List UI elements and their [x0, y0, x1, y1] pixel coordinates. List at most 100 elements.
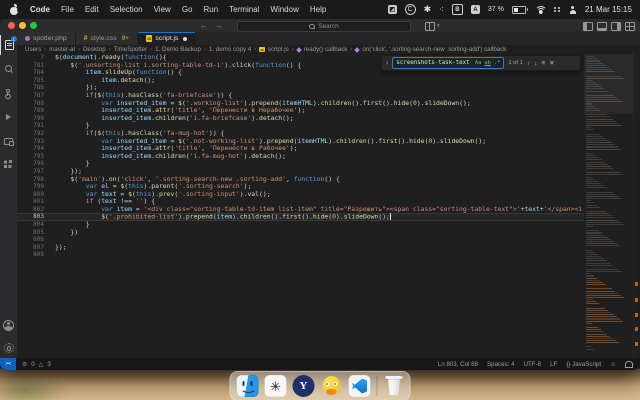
wifi-icon[interactable] — [534, 5, 547, 15]
sidebar-item-source-control[interactable] — [0, 83, 17, 103]
breadcrumb-item[interactable]: TimeSpotter — [114, 46, 147, 53]
dock-app-duck[interactable] — [321, 375, 343, 397]
code-line-805[interactable]: 805}) — [17, 229, 584, 237]
close-window-button[interactable] — [8, 22, 15, 29]
code-line-804[interactable]: 804} — [17, 221, 584, 229]
code-pane[interactable]: 7 $(document).ready(function(){781 $('.uns… — [17, 54, 584, 259]
menu-item-terminal[interactable]: Terminal — [229, 5, 259, 14]
code-line-797[interactable]: 797}); — [17, 168, 584, 176]
dock-app-trash[interactable] — [384, 375, 404, 397]
menu-item-window[interactable]: Window — [270, 5, 298, 14]
language-mode[interactable]: {} JavaScript — [566, 361, 601, 368]
match-case-icon[interactable]: Aa — [475, 60, 482, 66]
dock-app-yandex-browser[interactable]: Y — [292, 375, 315, 397]
tab-script-js[interactable]: JS script.js — [137, 32, 197, 45]
forward-icon[interactable]: → — [215, 21, 223, 30]
breadcrumb-file[interactable]: script.js — [268, 46, 289, 53]
code-line-801[interactable]: 801 if (text !== '') { — [17, 198, 584, 206]
asterisk-icon[interactable]: ✱ — [424, 5, 432, 14]
close-icon[interactable]: ✕ — [549, 59, 554, 67]
toggle-sidebar-icon[interactable] — [583, 22, 593, 31]
toggle-panel-icon[interactable] — [597, 22, 607, 31]
indentation-status[interactable]: Spaces: 4 — [487, 361, 515, 368]
apple-menu-icon[interactable] — [10, 3, 21, 15]
breadcrumb-item[interactable]: Users — [25, 46, 41, 53]
window-title-bar[interactable]: ← → Search ▾ — [0, 19, 640, 33]
find-next-icon[interactable]: ↓ — [534, 60, 537, 67]
back-icon[interactable]: ← — [200, 21, 208, 30]
menu-item-selection[interactable]: Selection — [110, 5, 143, 14]
code-line-794[interactable]: 794 inserted_item.attr('title', 'Перенест… — [17, 145, 584, 153]
code-line-798[interactable]: 798 $('main').on('click', '.sorting-searc… — [17, 176, 584, 184]
find-toggle-replace-icon[interactable]: › — [386, 60, 388, 67]
find-previous-icon[interactable]: ↑ — [527, 60, 530, 67]
code-line-796[interactable]: 796} — [17, 160, 584, 168]
code-line-788[interactable]: 788 var inserted_item = $('.working-list'… — [17, 100, 584, 108]
layout-control[interactable]: ▾ — [425, 21, 440, 31]
zoom-window-button[interactable] — [30, 22, 37, 29]
remote-indicator[interactable]: >< — [0, 358, 16, 370]
breadcrumb-item[interactable]: master-al — [49, 46, 75, 53]
find-input[interactable]: screenshots-task-text Aa ab .* — [392, 57, 505, 69]
breadcrumb-item[interactable]: 1. Demo Backup — [155, 46, 201, 53]
overview-ruler[interactable] — [633, 54, 640, 358]
code-line-787[interactable]: 787 if($(this).hasClass('fa-briefcase')) … — [17, 92, 584, 100]
code-line-800[interactable]: 800 var text = $(this).prev('.sorting-inp… — [17, 191, 584, 199]
menu-bar-clock[interactable]: 21 Mar 15:15 — [585, 5, 632, 14]
menu-item-file[interactable]: File — [61, 5, 74, 14]
circle-c-icon[interactable]: C — [404, 4, 416, 15]
minimap[interactable] — [584, 54, 634, 358]
menu-app-name[interactable]: Code — [30, 5, 50, 14]
minimize-window-button[interactable] — [19, 22, 26, 29]
paw-icon[interactable]: ⁖ — [439, 5, 444, 14]
menu-item-help[interactable]: Help — [310, 5, 326, 14]
breadcrumb-item[interactable]: Desktop — [83, 46, 106, 53]
app-badge-icon[interactable]: ◩ — [387, 5, 397, 14]
eol-status[interactable]: LF — [550, 361, 557, 368]
code-line-792[interactable]: 792 if($(this).hasClass('fa-mug-hot')) { — [17, 130, 584, 138]
breadcrumb-symbol[interactable]: ready() callback — [304, 46, 348, 53]
code-line-785[interactable]: 785 item.detach(); — [17, 77, 584, 85]
dock-app-vscode[interactable] — [348, 375, 371, 397]
encoding-status[interactable]: UTF-8 — [524, 361, 542, 368]
menu-item-view[interactable]: View — [154, 5, 171, 14]
sidebar-item-explorer[interactable]: 1 — [0, 35, 18, 55]
settings-button[interactable] — [0, 338, 17, 358]
regex-icon[interactable]: .* — [494, 60, 501, 66]
cursor-position[interactable]: Ln 803, Col 88 — [438, 361, 478, 368]
sidebar-item-search[interactable] — [0, 59, 17, 79]
code-line-807[interactable]: 807}); — [17, 244, 584, 252]
code-line-793[interactable]: 793 var inserted_item = $('.not-working-l… — [17, 138, 584, 146]
dock-app-chatgpt[interactable]: ✳ — [264, 375, 287, 397]
code-line-799[interactable]: 799 var el = $(this).parent('.sorting-sea… — [17, 183, 584, 191]
sidebar-item-remote-explorer[interactable] — [0, 131, 17, 151]
code-line-789[interactable]: 789 inserted_item.attr('title', 'Перенест… — [17, 107, 584, 115]
code-line-795[interactable]: 795 inserted_item.children('i.fa-mug-hot'… — [17, 153, 584, 161]
code-line-808[interactable]: 808 — [17, 251, 584, 259]
battery-icon[interactable] — [511, 5, 528, 14]
toggle-secondary-sidebar-icon[interactable] — [611, 22, 621, 31]
whole-word-icon[interactable]: ab — [484, 60, 491, 66]
keyboard-layout-icon[interactable]: A — [470, 5, 480, 14]
command-center-search[interactable]: Search — [237, 21, 411, 32]
code-editor[interactable]: 7 $(document).ready(function(){781 $('.uns… — [17, 54, 640, 358]
customize-layout-icon[interactable] — [625, 22, 635, 31]
modified-dot-icon[interactable] — [183, 36, 188, 41]
problems-status[interactable]: ⊘ 0 △ 3 — [16, 361, 51, 368]
code-line-786[interactable]: 786}); — [17, 84, 584, 92]
code-line-803[interactable]: 803 $('.prohibited-list').prepend(item).c… — [17, 213, 584, 221]
breadcrumb-symbol[interactable]: on('click', '.sorting-search-new .sortin… — [362, 46, 506, 53]
breadcrumb-item[interactable]: 1. demo copy 4 — [209, 46, 251, 53]
find-in-selection-icon[interactable]: ≡ — [541, 60, 545, 67]
code-line-802[interactable]: 802 var item = '<div class="sorting-table… — [17, 206, 584, 214]
account-button[interactable] — [0, 315, 17, 335]
tab-style-css[interactable]: # style.css 9+ — [75, 32, 138, 45]
tab-spotter-php[interactable]: spotter.php — [17, 32, 76, 45]
code-line-790[interactable]: 790 inserted_item.children('i.fa-briefcas… — [17, 115, 584, 123]
menu-item-run[interactable]: Run — [203, 5, 218, 14]
menu-item-go[interactable]: Go — [182, 5, 193, 14]
control-center-icon[interactable] — [553, 6, 561, 13]
notifications-bell-icon[interactable] — [625, 361, 633, 368]
b-app-icon[interactable]: B — [451, 4, 463, 15]
menu-item-edit[interactable]: Edit — [85, 5, 99, 14]
